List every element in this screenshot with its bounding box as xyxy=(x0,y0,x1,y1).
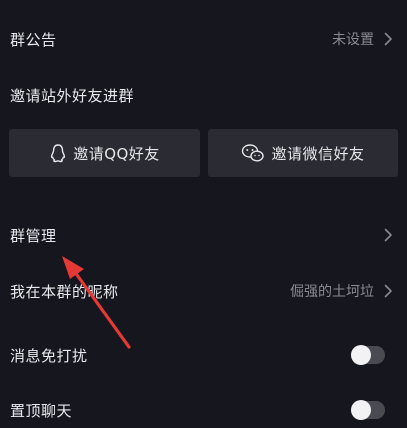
announcement-row[interactable]: 群公告 未设置 xyxy=(0,22,407,56)
invite-qq-label: 邀请QQ好友 xyxy=(73,144,160,163)
toggle-knob xyxy=(351,345,371,365)
chevron-right-icon xyxy=(384,228,393,242)
qq-penguin-icon xyxy=(49,143,67,163)
announcement-value: 未设置 xyxy=(332,32,374,48)
wechat-icon xyxy=(241,143,265,163)
nickname-label: 我在本群的昵称 xyxy=(10,282,119,301)
pin-label: 置顶聊天 xyxy=(10,401,73,420)
announcement-label: 群公告 xyxy=(10,30,57,49)
invite-wechat-label: 邀请微信好友 xyxy=(271,144,365,163)
invite-section-label: 邀请站外好友进群 xyxy=(10,86,135,105)
nickname-row[interactable]: 我在本群的昵称 倔强的土坷垃 xyxy=(0,274,407,308)
toggle-knob xyxy=(351,400,371,420)
group-manage-row[interactable]: 群管理 xyxy=(0,218,407,252)
invite-qq-button[interactable]: 邀请QQ好友 xyxy=(9,129,200,177)
chevron-right-icon xyxy=(384,32,393,46)
chevron-right-icon xyxy=(384,284,393,298)
pin-toggle[interactable] xyxy=(351,400,385,420)
invite-wechat-button[interactable]: 邀请微信好友 xyxy=(208,129,398,177)
mute-label: 消息免打扰 xyxy=(10,346,88,365)
nickname-value: 倔强的土坷垃 xyxy=(290,284,374,300)
pin-row: 置顶聊天 xyxy=(0,392,407,428)
mute-row: 消息免打扰 xyxy=(0,337,407,373)
invite-section-header: 邀请站外好友进群 xyxy=(0,78,407,112)
mute-toggle[interactable] xyxy=(351,345,385,365)
group-manage-label: 群管理 xyxy=(10,226,57,245)
